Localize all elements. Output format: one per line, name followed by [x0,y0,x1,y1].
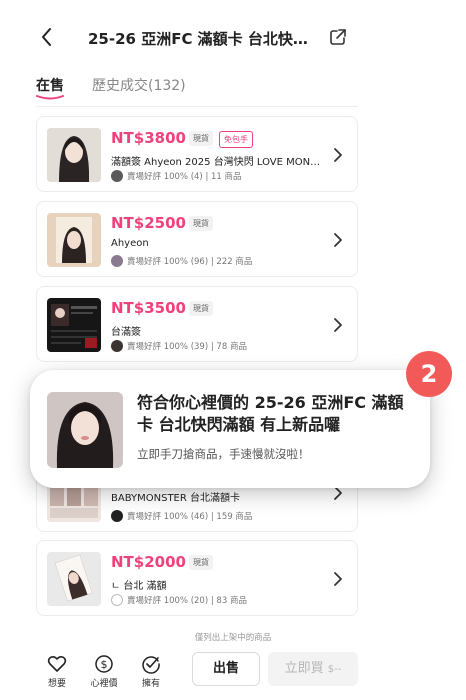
seller-rating: 賣場好評 100% (39) | 78 商品 [127,342,247,352]
listing-name: ㄴ 台北 滿額 [111,581,167,592]
notification-title: 符合你心裡價的 25-26 亞洲FC 滿額卡 台北快閃滿額 有上新品囉 [137,393,404,434]
page-title: 25-26 亞洲FC 滿額卡 台北快閃… [88,30,308,48]
seller-avatar [111,340,123,352]
dollar-circle-icon: $ [95,655,113,673]
listing-price: NT$3500 [111,299,186,317]
seller-rating: 賣場好評 100% (96) | 222 商品 [127,257,253,267]
buy-now-price: $-- [327,664,342,675]
listing-name: 滿額簽 Ahyeon 2025 台灣快閃 LOVE MON… [111,157,321,168]
seller-info: 賣場好評 100% (4) | 11 商品 [111,170,242,182]
listing-name: Ahyeon [111,238,149,249]
svg-text:$: $ [101,658,108,671]
buy-now-button[interactable]: 立即買 $-- [268,652,358,686]
buy-now-label: 立即買 [284,661,324,676]
chevron-right-icon [334,148,342,162]
heart-icon [47,655,67,672]
in-stock-tag: 現貨 [189,301,213,316]
seller-info: 賣場好評 100% (20) | 83 商品 [111,594,247,606]
tab-on-sale[interactable]: 在售 [36,75,64,95]
listing-card[interactable]: NT$2000 現貨 ㄴ 台北 滿額 賣場好評 100% (20) | 83 商… [36,540,358,616]
product-thumbnail [47,213,101,267]
product-thumbnail [47,128,101,182]
top-bar: 25-26 亞洲FC 滿額卡 台北快閃… [0,0,466,72]
seller-avatar [111,170,123,182]
seller-avatar [111,255,123,267]
sell-button[interactable]: 出售 [192,652,260,686]
notification-subtitle: 立即手刀搶商品，手速慢就沒啦！ [137,447,310,461]
want-button[interactable]: 想要 [37,654,77,689]
listing-note: 僅列出上架中的商品 [194,633,272,643]
divider [36,106,358,107]
seller-info: 賣場好評 100% (96) | 222 商品 [111,255,252,267]
listing-price: NT$2500 [111,214,186,232]
listing-name: 台滿簽 [111,327,141,338]
price-alert-label: 心裡價 [90,679,118,689]
chevron-right-icon [334,318,342,332]
chevron-left-icon[interactable] [38,26,56,48]
in-stock-tag: 現貨 [189,555,213,570]
price-alert-button[interactable]: $ 心裡價 [84,654,124,689]
seller-info: 賣場好評 100% (46) | 159 商品 [111,510,252,522]
listing-card[interactable]: NT$3800 現貨 免包手 滿額簽 Ahyeon 2025 台灣快閃 LOVE… [36,116,358,192]
chevron-right-icon [334,572,342,586]
seller-rating: 賣場好評 100% (20) | 83 商品 [127,596,247,606]
seller-rating: 賣場好評 100% (46) | 159 商品 [127,512,253,522]
seller-info: 賣場好評 100% (39) | 78 商品 [111,340,247,352]
listing-card[interactable]: NT$2500 現貨 Ahyeon 賣場好評 100% (96) | 222 商… [36,201,358,277]
in-stock-tag: 現貨 [189,131,213,146]
tab-history[interactable]: 歷史成交(132) [92,75,186,95]
seller-avatar [111,510,123,522]
listing-price: NT$3800 [111,129,186,147]
listing-price: NT$2000 [111,553,186,571]
seller-avatar [111,594,123,606]
notification-count-badge: 2 [406,351,452,397]
free-shipping-tag: 免包手 [219,131,253,148]
new-item-notification[interactable]: 符合你心裡價的 25-26 亞洲FC 滿額卡 台北快閃滿額 有上新品囉 立即手刀… [30,370,430,488]
owned-label: 擁有 [141,679,160,689]
product-thumbnail [47,552,101,606]
chevron-right-icon [334,233,342,247]
listing-card[interactable]: NT$3500 現貨 台滿簽 賣場好評 100% (39) | 78 商品 [36,286,358,362]
product-thumbnail [47,298,101,352]
bottom-action-bar: 想要 $ 心裡價 擁有 出售 立即買 $-- [0,646,466,700]
seller-rating: 賣場好評 100% (4) | 11 商品 [127,172,242,182]
want-label: 想要 [47,679,66,689]
owned-button[interactable]: 擁有 [131,654,171,689]
notification-thumbnail [47,392,123,468]
share-icon[interactable] [328,27,348,47]
in-stock-tag: 現貨 [189,216,213,231]
check-circle-icon [142,656,160,674]
listing-name: BABYMONSTER 台北滿額卡 [111,493,241,504]
active-tab-indicator [36,95,64,100]
